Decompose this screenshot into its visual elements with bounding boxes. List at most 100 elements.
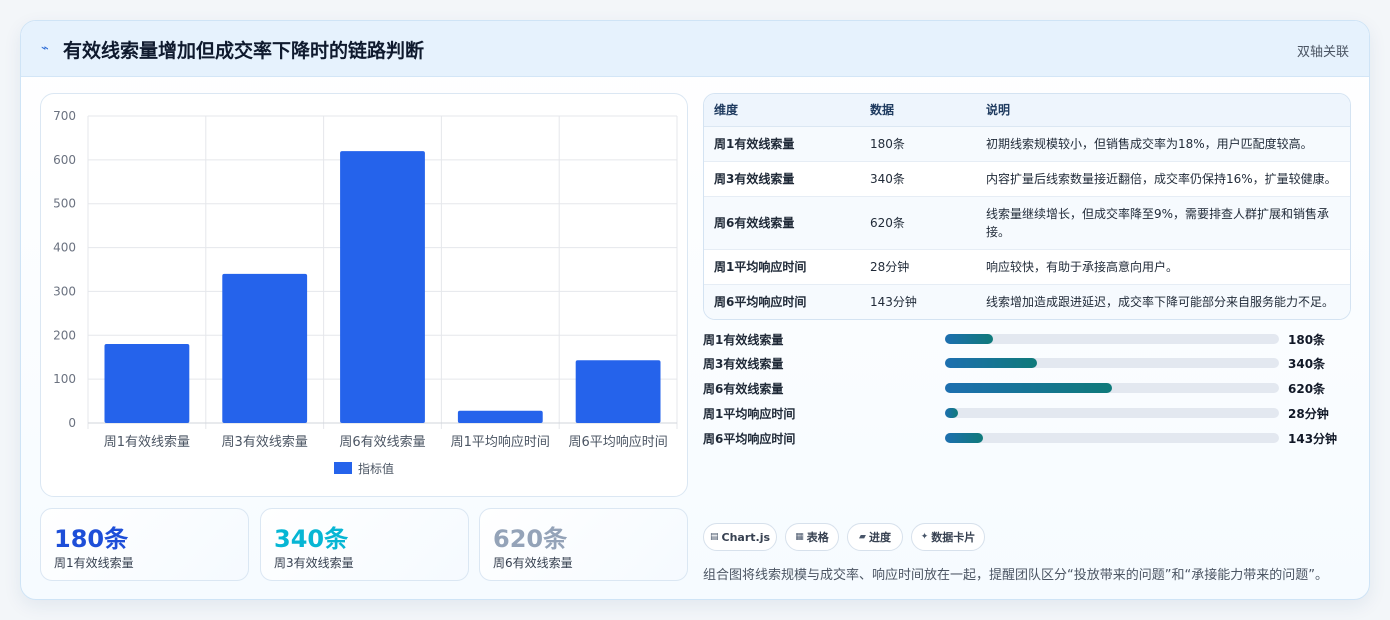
table-cell: 180条 xyxy=(860,126,976,162)
progress-label: 周1有效线索量 xyxy=(703,333,784,347)
table-cell: 620条 xyxy=(860,196,976,250)
x-tick-label: 周3有效线索量 xyxy=(222,435,308,450)
table-cell: 线索量继续增长，但成交率降至9%，需要排查人群扩展和销售承接。 xyxy=(976,196,1350,250)
page-title: 有效线索量增加但成交率下降时的链路判断 xyxy=(63,40,425,62)
bar xyxy=(104,344,190,423)
stat-label: 周6有效线索量 xyxy=(493,556,573,570)
table-cell: 周6有效线索量 xyxy=(704,196,860,250)
table-cell: 28分钟 xyxy=(860,249,976,285)
table-row: 周6平均响应时间 143分钟 线索增加造成跟进延迟，成交率下降可能部分来自服务能… xyxy=(704,284,1350,319)
table-cell: 周1有效线索量 xyxy=(704,126,860,162)
progress-fill xyxy=(945,408,959,418)
bar-chart: 0 100 200 300 400 500 600 700 周1有效线索量 周3有效线索量 周6有效… xyxy=(40,93,688,497)
chip-table[interactable]: ▦ 表格 xyxy=(785,523,839,551)
legend-swatch xyxy=(334,462,352,474)
progress-icon: ▰ xyxy=(859,532,866,542)
progress-track xyxy=(945,408,1279,418)
stat-value: 620条 xyxy=(493,525,568,553)
bar xyxy=(340,151,425,424)
chip-label: 数据卡片 xyxy=(931,531,976,544)
table-cell: 初期线索规模较小，但销售成交率为18%，用户匹配度较高。 xyxy=(976,126,1350,162)
table-row: 周1平均响应时间 28分钟 响应较快，有助于承接高意向用户。 xyxy=(704,249,1350,285)
chip-label: Chart.js xyxy=(721,530,771,544)
stat-label: 周1有效线索量 xyxy=(54,556,134,570)
table-cell: 周3有效线索量 xyxy=(704,161,860,197)
y-tick-label: 400 xyxy=(53,241,76,255)
progress-row: 周6平均响应时间 143分钟 xyxy=(703,428,1351,448)
progress-row: 周1平均响应时间 28分钟 xyxy=(703,403,1351,423)
bar xyxy=(222,273,308,423)
stat-card-week1-leads: 180条 周1有效线索量 xyxy=(40,508,249,581)
chart-file-icon: ▤ xyxy=(709,532,719,542)
chip-progress[interactable]: ▰ 进度 xyxy=(847,523,903,551)
y-tick-label: 300 xyxy=(53,284,76,298)
table-cell: 143分钟 xyxy=(870,295,917,310)
table-header-row: 维度 数据 说明 xyxy=(704,94,1350,127)
progress-value: 143分钟 xyxy=(1288,432,1338,446)
y-tick-label: 100 xyxy=(53,372,76,386)
table-row: 周1有效线索量 180条 初期线索规模较小，但销售成交率为18%，用户匹配度较高… xyxy=(704,126,1350,162)
progress-row: 周1有效线索量 180条 xyxy=(703,329,1351,349)
column-header: 数据 xyxy=(860,94,976,127)
chip-data-cards[interactable]: ✦ 数据卡片 xyxy=(911,523,985,551)
progress-row: 周3有效线索量 340条 xyxy=(703,353,1351,373)
table-cell: 周6平均响应时间 xyxy=(714,295,807,310)
chip-chartjs[interactable]: ▤ Chart.js xyxy=(703,523,777,551)
progress-fill xyxy=(945,383,1112,393)
table-cell: 周1平均响应时间 xyxy=(704,249,860,285)
x-tick-label: 周1有效线索量 xyxy=(104,435,190,450)
progress-value: 28分钟 xyxy=(1288,407,1329,421)
progress-track xyxy=(945,358,1279,368)
x-tick-label: 周1平均响应时间 xyxy=(451,434,550,450)
sparkle-icon: ✦ xyxy=(920,532,929,542)
data-table: 维度 数据 说明 周1有效线索量 180条 初期线索规模较小，但销售成交率为18… xyxy=(703,93,1351,320)
progress-track xyxy=(945,383,1279,393)
column-header: 说明 xyxy=(976,94,1350,127)
y-tick-label: 600 xyxy=(53,153,76,167)
table-cell: 内容扩量后线索数量接近翻倍，成交率仍保持16%，扩量较健康。 xyxy=(976,161,1350,197)
progress-fill xyxy=(945,334,994,344)
progress-track xyxy=(945,433,1279,443)
table-cell: 340条 xyxy=(860,161,976,197)
table-icon: ▦ xyxy=(795,532,804,542)
progress-label: 周6平均响应时间 xyxy=(703,432,796,446)
analysis-card: ⌁ 有效线索量增加但成交率下降时的链路判断 双轴关联 0 100 200 300 400… xyxy=(20,20,1370,600)
card-header: ⌁ 有效线索量增加但成交率下降时的链路判断 双轴关联 xyxy=(21,21,1369,77)
chart-icon: ⌁ xyxy=(41,41,49,56)
table-cell: 响应较快，有助于承接高意向用户。 xyxy=(976,249,1350,285)
stat-value: 180条 xyxy=(54,525,129,553)
column-header: 维度 xyxy=(704,94,860,127)
table-row: 周6有效线索量 620条 线索量继续增长，但成交率降至9%，需要排查人群扩展和销… xyxy=(704,196,1350,250)
stat-card-week3-leads: 340条 周3有效线索量 xyxy=(260,508,469,581)
y-tick-label: 200 xyxy=(53,328,76,342)
progress-label: 周6有效线索量 xyxy=(703,382,784,396)
stat-value: 340条 xyxy=(274,525,349,553)
y-tick-label: 500 xyxy=(53,197,76,211)
bar xyxy=(575,360,661,423)
legend-label: 指标值 xyxy=(358,461,394,476)
progress-value: 180条 xyxy=(1288,333,1326,347)
x-tick-label: 周6平均响应时间 xyxy=(568,434,667,450)
stat-card-week6-leads: 620条 周6有效线索量 xyxy=(479,508,688,581)
progress-label: 周1平均响应时间 xyxy=(703,407,796,421)
progress-label: 周3有效线索量 xyxy=(703,357,784,371)
table-row: 周3有效线索量 340条 内容扩量后线索数量接近翻倍，成交率仍保持16%，扩量较… xyxy=(704,161,1350,197)
progress-value: 340条 xyxy=(1288,357,1326,371)
chip-label: 进度 xyxy=(868,531,891,544)
header-tag: 双轴关联 xyxy=(1296,45,1349,60)
progress-track xyxy=(945,334,1279,344)
chip-label: 表格 xyxy=(806,531,829,544)
progress-value: 620条 xyxy=(1288,382,1326,396)
stat-label: 周3有效线索量 xyxy=(274,556,354,570)
x-tick-label: 周6有效线索量 xyxy=(339,435,425,450)
progress-row: 周6有效线索量 620条 xyxy=(703,378,1351,398)
bar-chart-svg: 0 100 200 300 400 500 600 700 周1有效线索量 周3有效线索量 周6有效… xyxy=(53,109,678,476)
y-tick-label: 700 xyxy=(53,109,76,123)
progress-fill xyxy=(945,433,984,443)
progress-list: 周1有效线索量 180条 周3有效线索量 340条 周6有效线索量 620条 周… xyxy=(703,329,1351,459)
bar xyxy=(457,410,543,423)
y-tick-label: 0 xyxy=(68,416,76,430)
summary-note: 组合图将线索规模与成交率、响应时间放在一起，提醒团队区分“投放带来的问题”和“承… xyxy=(703,568,1328,583)
table-cell: 线索增加造成跟进延迟，成交率下降可能部分来自服务能力不足。 xyxy=(986,294,1335,309)
progress-fill xyxy=(945,358,1037,368)
